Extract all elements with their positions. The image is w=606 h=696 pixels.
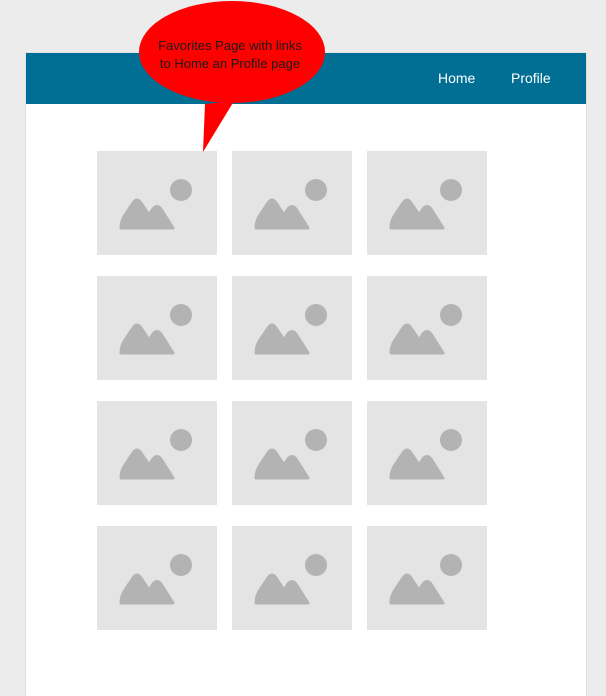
callout-bubble [203,101,234,152]
annotation-line-1: Favorites Page with links [158,38,302,53]
annotation-line-2: to Home an Profile page [159,56,301,71]
annotation-text: Favorites Page with links to Home an Pro… [140,37,320,73]
annotation-callout [139,1,325,152]
